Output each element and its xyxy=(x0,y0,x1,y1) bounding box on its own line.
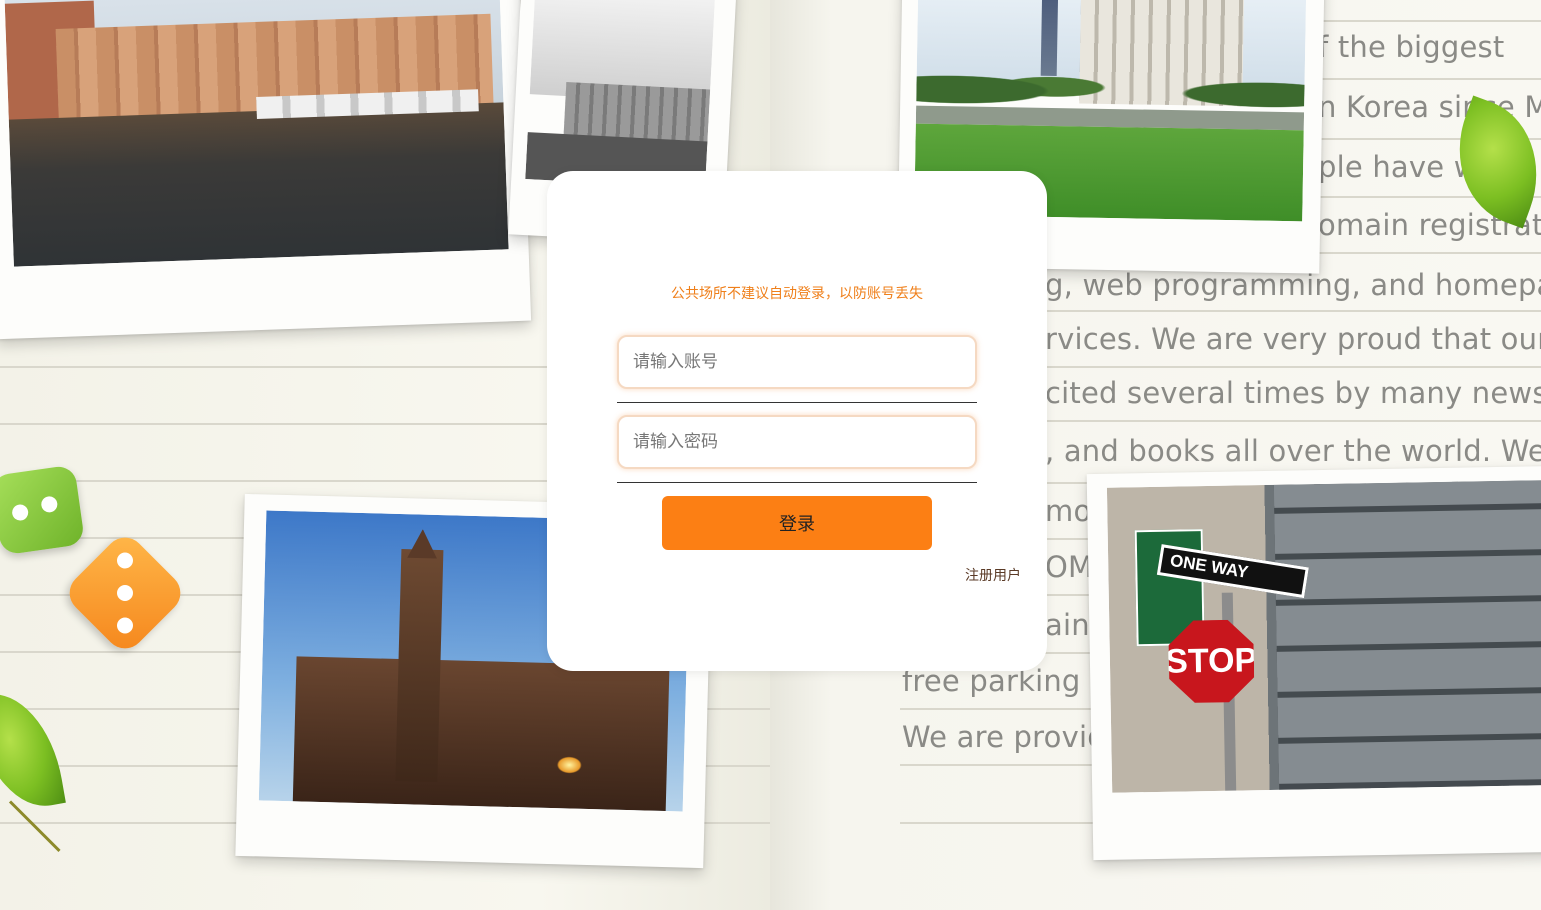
password-underline xyxy=(617,482,977,483)
account-input[interactable] xyxy=(617,335,977,389)
photo-street-image: ONE WAY STOP xyxy=(1106,479,1541,793)
photo-harbor-image xyxy=(4,0,509,267)
ruled-line xyxy=(1040,420,1541,422)
ruled-line xyxy=(1040,310,1541,312)
background-text-line: ain xyxy=(1045,608,1090,642)
photo-palace-image xyxy=(525,0,715,189)
ruled-line xyxy=(900,822,1100,824)
background-text-line: ple have w xyxy=(1318,150,1478,184)
photo-harbor xyxy=(0,0,532,340)
ruled-line xyxy=(900,764,1100,766)
login-button[interactable]: 登录 xyxy=(662,496,932,550)
ruled-line xyxy=(900,708,1100,710)
login-page: f the biggest n Korea since Ma ple have … xyxy=(0,0,1541,910)
account-underline xyxy=(617,402,977,403)
ruled-line xyxy=(1320,20,1541,22)
photo-street: ONE WAY STOP xyxy=(1086,465,1541,861)
background-text-line: cited several times by many newspape xyxy=(1045,376,1541,410)
background-text-line: , and books all over the world. We ha xyxy=(1045,434,1541,468)
password-input[interactable] xyxy=(617,415,977,469)
background-text-line: rvices. We are very proud that our si xyxy=(1045,322,1541,356)
background-text-line: We are provid xyxy=(902,720,1106,754)
ruled-line xyxy=(1040,366,1541,368)
background-text-line: mo xyxy=(1045,494,1092,528)
dice-green-decoration xyxy=(0,464,86,556)
auto-login-notice: 公共场所不建议自动登录，以防账号丢失 xyxy=(671,286,923,302)
register-link[interactable]: 注册用户 xyxy=(965,565,1021,585)
login-card: 公共场所不建议自动登录，以防账号丢失 登录 注册用户 xyxy=(547,171,1047,671)
ruled-line xyxy=(1320,78,1541,80)
background-text-line: f the biggest xyxy=(1318,30,1505,64)
background-text-line: OM xyxy=(1045,550,1094,584)
